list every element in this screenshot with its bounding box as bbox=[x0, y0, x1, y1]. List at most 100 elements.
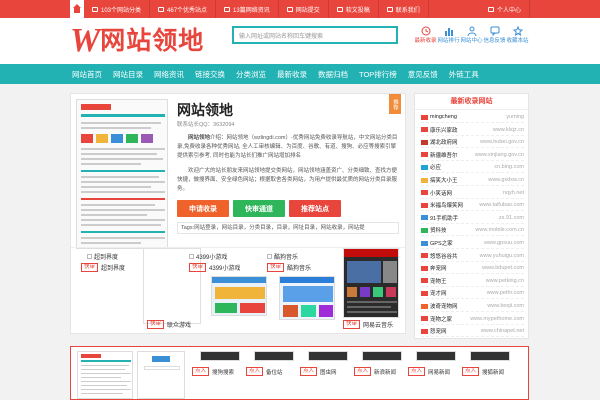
latest-site-item[interactable]: 湖北政府网 www.hubei.gov.cn bbox=[421, 137, 524, 149]
site-favicon bbox=[421, 127, 428, 133]
site-favicon bbox=[421, 139, 428, 145]
site-contact: 联系站长QQ：3632094 bbox=[177, 122, 235, 128]
site-logo[interactable]: W 网站领地 bbox=[70, 21, 204, 61]
site-favicon bbox=[421, 164, 428, 170]
latest-site-item[interactable]: 新疆维吾尔 www.xinjiang.gov.cn bbox=[421, 150, 524, 161]
topbar-contribute[interactable]: 软文投稿 bbox=[329, 0, 379, 18]
latest-site-item[interactable]: GPS之家 www.gpsuu.com bbox=[421, 238, 524, 249]
latest-site-item[interactable]: 奔宠网 www.bdupet.com bbox=[421, 263, 524, 275]
topbar-contact[interactable]: 联系我们 bbox=[379, 0, 429, 18]
site-favicon bbox=[421, 253, 428, 259]
site-favicon bbox=[421, 177, 428, 183]
site-favicon bbox=[421, 190, 428, 196]
nav-latest[interactable]: 最新收录 bbox=[277, 69, 307, 80]
topbar-sites[interactable]: 467个优秀站点 bbox=[150, 0, 217, 18]
fast-review-sites: 超到界度 快审 超到界度 快审 联众游戏 4399小游戏 快审 4399小游戏 酷狗音… bbox=[71, 248, 405, 334]
site-favicon bbox=[421, 240, 428, 246]
latest-site-item[interactable]: 必应 cn.bing.com bbox=[421, 162, 524, 174]
feedback-link[interactable]: 信息反馈 bbox=[483, 26, 506, 44]
site-favicon bbox=[421, 227, 428, 233]
rank-link[interactable]: 网站排行 bbox=[437, 26, 460, 44]
latest-site-item[interactable]: 波奇宠物网 www.boqii.com bbox=[421, 301, 524, 312]
action-buttons: 申请收录 快审通道 推荐站点 bbox=[177, 200, 345, 217]
search-input[interactable]: 输入网址或网站名称回车键搜索 bbox=[232, 26, 398, 44]
nav-directory[interactable]: 网站目录 bbox=[113, 69, 143, 80]
site-favicon bbox=[421, 114, 428, 120]
home-icon[interactable] bbox=[70, 0, 84, 18]
site-favicon bbox=[421, 290, 428, 296]
latest-site-item[interactable]: 宠物王 www.petking.cn bbox=[421, 276, 524, 287]
latest-site-item[interactable]: 贸科技 www.mobile.com.cn bbox=[421, 225, 524, 237]
top-bar: 103个网站分类 467个优秀站点 13篇网络资讯 网站提交 软文投稿 联系我们… bbox=[0, 0, 600, 18]
nav-categories[interactable]: 分类浏览 bbox=[236, 69, 266, 80]
site-detail-card: 网站领地 联系站长QQ：3632094 推荐 网站领地介绍：网站领地（wzlin… bbox=[70, 93, 406, 334]
latest-site-item[interactable]: 怒宠网 www.chinapet.net bbox=[421, 326, 524, 338]
bookmark-link[interactable]: 收藏本站 bbox=[506, 26, 529, 44]
latest-site-item[interactable]: 小笑话网 nqyh.net bbox=[421, 188, 524, 199]
site-favicon bbox=[421, 303, 428, 309]
site-favicon bbox=[421, 202, 428, 208]
latest-link[interactable]: 最新收录 bbox=[414, 26, 437, 44]
nav-tools[interactable]: 外链工具 bbox=[449, 69, 479, 80]
nav-links[interactable]: 链接交换 bbox=[195, 69, 225, 80]
site-thumbnail bbox=[254, 351, 294, 361]
center-link[interactable]: 网站中心 bbox=[460, 26, 483, 44]
recommend-badge: 推荐 bbox=[389, 94, 401, 114]
site-thumbnail bbox=[362, 351, 402, 361]
site-thumbnail bbox=[416, 351, 456, 361]
apply-listing-button[interactable]: 申请收录 bbox=[177, 200, 229, 217]
site-description-2: 欢迎广大的站长朋友来网站领地提交类网站，网站领地涵盖资广、分类细致、查找方便快捷… bbox=[177, 168, 398, 192]
site-favicon bbox=[421, 215, 428, 221]
star-icon bbox=[512, 26, 523, 36]
site-thumbnail bbox=[308, 351, 348, 361]
site-title: 网站领地 bbox=[177, 102, 233, 118]
nav-archive[interactable]: 数据归档 bbox=[318, 69, 348, 80]
latest-site-item[interactable]: mingcheng yuming bbox=[421, 112, 524, 123]
submit-icon bbox=[286, 6, 293, 12]
list-icon bbox=[92, 6, 98, 12]
site-favicon bbox=[421, 265, 428, 271]
site-favicon bbox=[421, 278, 428, 284]
topbar-categories[interactable]: 103个网站分类 bbox=[84, 0, 151, 18]
site-thumbnail bbox=[470, 351, 510, 361]
nav-feedback[interactable]: 意见反馈 bbox=[408, 69, 438, 80]
latest-site-item[interactable]: 91手机助手 zs.91.com bbox=[421, 213, 524, 224]
nav-home[interactable]: 网站首页 bbox=[72, 69, 102, 80]
user-icon bbox=[487, 6, 494, 12]
topbar-articles[interactable]: 13篇网络资讯 bbox=[216, 0, 279, 18]
topbar-submit[interactable]: 网站提交 bbox=[279, 0, 329, 18]
site-description: 网站领地介绍：网站领地（wzlingdi.com）-优秀网站免费收录导航站，中文… bbox=[177, 135, 398, 159]
topbar-user-center[interactable]: 个人中心 bbox=[480, 0, 530, 18]
latest-site-item[interactable]: 悠悠谷谷共 www.yuhuigu.com bbox=[421, 251, 524, 262]
fast-review-button[interactable]: 快审通道 bbox=[233, 200, 285, 217]
feedback-icon bbox=[490, 26, 499, 36]
latest-site-item[interactable]: 搞笑大小王 www.gxdxw.cn bbox=[421, 175, 524, 186]
latest-site-item[interactable]: 宠才网 www.pethr.com bbox=[421, 288, 524, 300]
latest-site-item[interactable]: 米福鸟爆笑网 www.taifubao.com bbox=[421, 200, 524, 212]
article-icon bbox=[224, 6, 231, 12]
recommended-sites-strip: 点入 搜狗搜索 点入 备位站 点入 图虫网 点入 新浪新闻 点入 网易新闻 点入 搜狐新闻 bbox=[70, 346, 529, 400]
thumb-image bbox=[279, 276, 335, 320]
new-icon bbox=[421, 26, 430, 36]
site-screenshot[interactable] bbox=[76, 99, 168, 249]
mail-icon bbox=[386, 6, 393, 12]
header: W 网站领地 输入网址或网站名称回车键搜索 最新收录 网站排行 网站中心 信息反… bbox=[0, 18, 600, 64]
broken-image-icon bbox=[267, 254, 272, 259]
edit-icon bbox=[336, 6, 343, 12]
latest-site-item[interactable]: 宠物之家 www.mypethome.com bbox=[421, 314, 524, 325]
nav-top[interactable]: TOP排行榜 bbox=[359, 69, 397, 80]
latest-sites-sidebar: 最新收录网站 mingcheng yuming 康乐兴家政 www.klxjz.cn 湖… bbox=[414, 93, 529, 339]
sidebar-title: 最新收录网站 bbox=[415, 94, 528, 110]
latest-site-item[interactable]: 康乐兴家政 www.klxjz.cn bbox=[421, 125, 524, 136]
broken-image-icon bbox=[189, 254, 194, 259]
site-favicon bbox=[421, 316, 428, 322]
recommend-site-button[interactable]: 推荐站点 bbox=[289, 200, 341, 217]
main-nav: 网站首页 网站目录 网络资讯 链接交换 分类浏览 最新收录 数据归档 TOP排行… bbox=[0, 64, 600, 84]
center-icon bbox=[467, 26, 476, 36]
site-favicon bbox=[421, 328, 428, 334]
site-thumbnail bbox=[200, 351, 240, 361]
nav-news[interactable]: 网络资讯 bbox=[154, 69, 184, 80]
site-tags: Tags:网站登录，网站目录，分类目录，目录，网址目录，网站收录，网站提 bbox=[177, 222, 399, 234]
thumb-image bbox=[211, 276, 267, 316]
header-nav: 最新收录 网站排行 网站中心 信息反馈 收藏本站 bbox=[414, 26, 529, 44]
